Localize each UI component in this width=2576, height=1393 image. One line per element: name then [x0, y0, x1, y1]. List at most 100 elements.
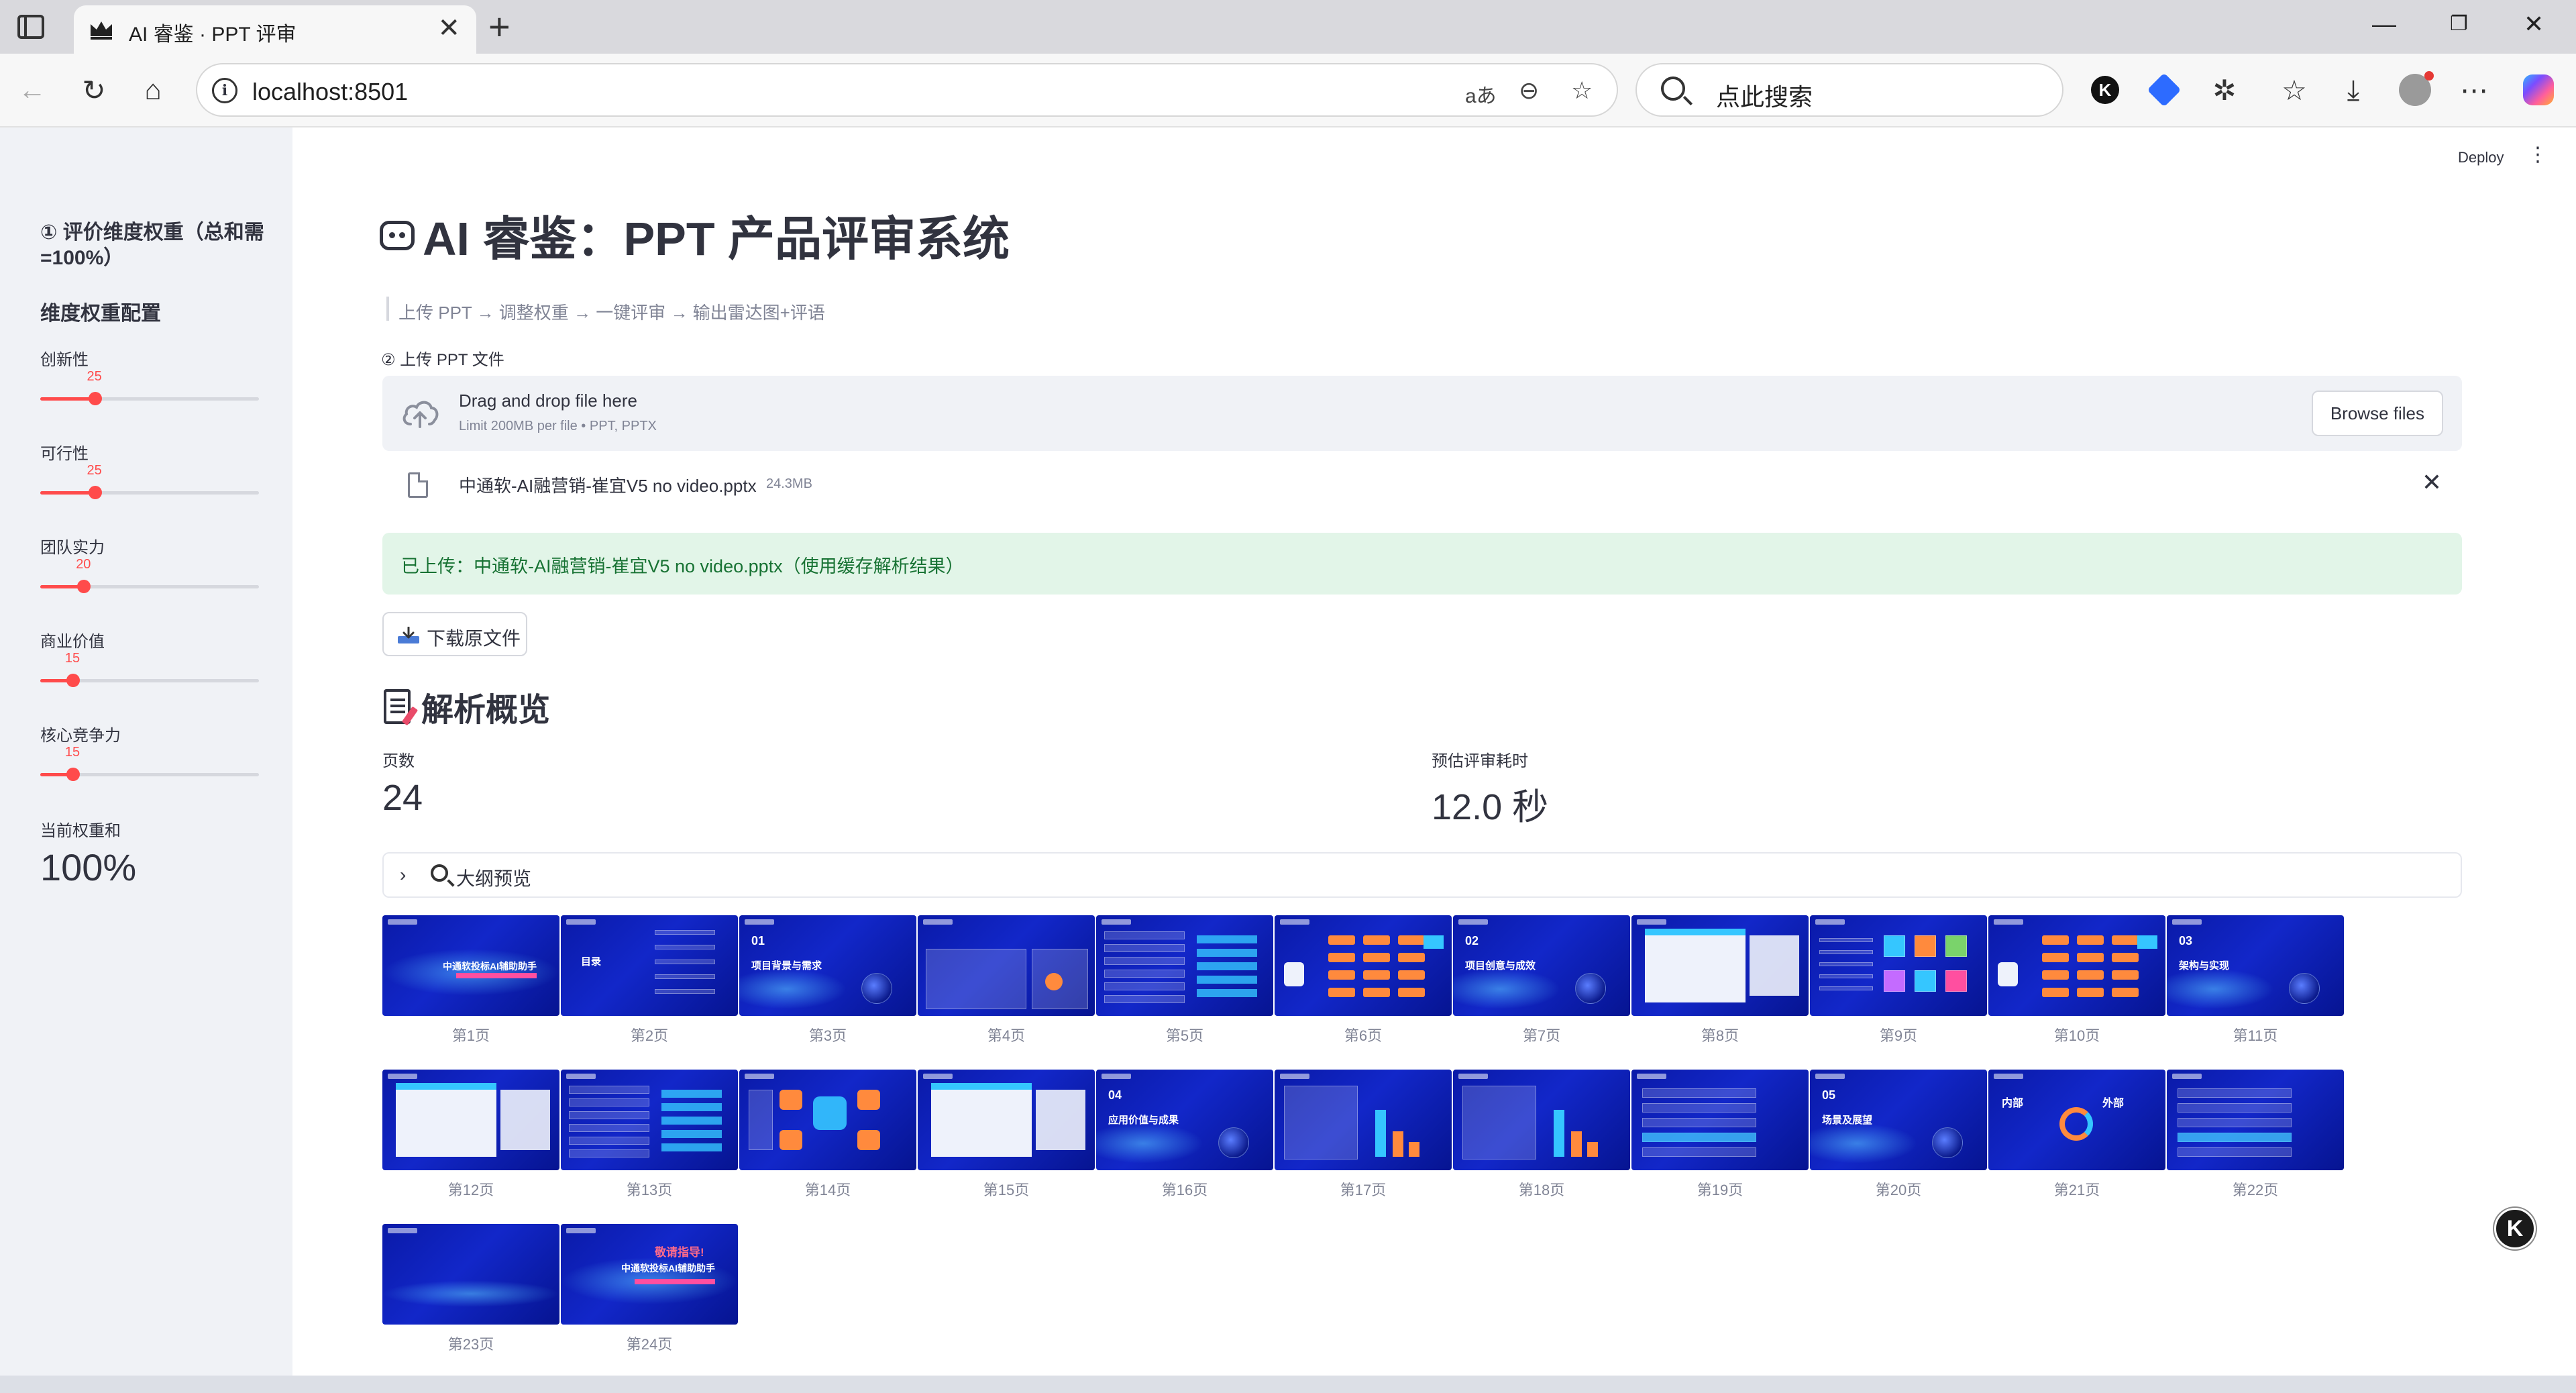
- slider-thumb[interactable]: [88, 486, 102, 499]
- search-placeholder[interactable]: 点此搜索: [1716, 78, 1813, 113]
- slider-track[interactable]: [40, 674, 259, 687]
- reload-icon[interactable]: ↻: [75, 71, 113, 109]
- slide-thumbnail[interactable]: [382, 1224, 559, 1325]
- slide-thumbnail-caption: 第16页: [1161, 1182, 1208, 1198]
- slider-feasibility[interactable]: 可行性 25: [40, 440, 262, 521]
- slide-glow: [1810, 1123, 1917, 1164]
- slider-team[interactable]: 团队实力 20: [40, 534, 262, 615]
- restore-icon[interactable]: ❐: [2450, 9, 2468, 39]
- slide-thumbnail[interactable]: [1275, 915, 1452, 1016]
- download-original-button[interactable]: 下载原文件: [382, 612, 527, 656]
- slider-business-value[interactable]: 商业价值 15: [40, 628, 262, 709]
- extensions-puzzle-icon[interactable]: ✲: [2206, 71, 2243, 109]
- outline-preview-expander[interactable]: › 大纲预览: [382, 852, 2462, 898]
- tab-close-icon[interactable]: ✕: [437, 15, 460, 42]
- back-icon[interactable]: ←: [13, 71, 51, 109]
- slide-thumbnail[interactable]: 敬请指导! 中通软投标AI辅助助手: [561, 1224, 738, 1325]
- slider-track[interactable]: [40, 768, 259, 781]
- zoom-out-icon[interactable]: ⊖: [1519, 76, 1539, 105]
- new-tab-icon[interactable]: +: [488, 7, 511, 47]
- slider-innovation[interactable]: 创新性 25: [40, 346, 262, 427]
- k-floating-icon[interactable]: K: [2494, 1208, 2536, 1249]
- slide-thumbnail[interactable]: [561, 1070, 738, 1170]
- favorites-icon[interactable]: ☆: [2275, 71, 2313, 109]
- slide-thumbnail-caption: 第9页: [1879, 1027, 1918, 1044]
- browse-files-button[interactable]: Browse files: [2311, 391, 2443, 436]
- slider-thumb[interactable]: [66, 674, 80, 687]
- slide-thumbnail[interactable]: [1453, 1070, 1630, 1170]
- slide-header-bar: [923, 1074, 953, 1079]
- tab-actions-icon[interactable]: [17, 15, 44, 39]
- slide-thumbnail[interactable]: [918, 915, 1095, 1016]
- slider-track[interactable]: [40, 580, 259, 593]
- address-bar[interactable]: i localhost:8501 aあ ⊖ ☆: [196, 63, 1618, 117]
- file-dropzone[interactable]: Drag and drop file here Limit 200MB per …: [382, 376, 2462, 451]
- home-icon[interactable]: ⌂: [134, 71, 172, 109]
- slide-header-bar: [1458, 1074, 1488, 1079]
- slide-subtitle: 敬请指导!: [655, 1246, 704, 1259]
- slide-panel: [749, 1090, 773, 1150]
- slider-value: 20: [76, 557, 91, 572]
- slider-value: 15: [64, 651, 80, 666]
- slide-row: [1104, 982, 1185, 990]
- read-aloud-icon[interactable]: aあ: [1465, 79, 1497, 109]
- slide-row: [1104, 995, 1185, 1003]
- downloads-icon[interactable]: ⤓: [2334, 71, 2372, 109]
- window-close-icon[interactable]: ✕: [2524, 9, 2544, 39]
- search-box[interactable]: 点此搜索: [1635, 63, 2063, 117]
- profile-avatar-icon[interactable]: [2396, 71, 2434, 109]
- minimize-icon[interactable]: —: [2372, 9, 2396, 39]
- page-title: AI 睿鉴：PPT 产品评审系统: [380, 201, 1010, 269]
- slide-thumbnail[interactable]: [2167, 1070, 2344, 1170]
- sidebar-subtitle: 维度权重配置: [40, 303, 161, 325]
- slide-icon-tile: [1945, 970, 1967, 992]
- slide-thumbnail-caption: 第7页: [1522, 1027, 1561, 1044]
- browser-tab[interactable]: AI 睿鉴 · PPT 评审 ✕: [74, 5, 476, 54]
- more-menu-icon[interactable]: ⋯: [2455, 71, 2493, 109]
- slider-thumb[interactable]: [77, 580, 91, 593]
- slide-thumbnail[interactable]: [918, 1070, 1095, 1170]
- download-tray-icon: [398, 627, 419, 643]
- slide-thumbnail[interactable]: 02 项目创意与成效: [1453, 915, 1630, 1016]
- main-menu-icon[interactable]: ⋮: [2528, 145, 2548, 165]
- url-text[interactable]: localhost:8501: [252, 78, 408, 106]
- workflow-caption: 上传 PPT → 调整权重 → 一键评审 → 输出雷达图+评语: [398, 303, 825, 323]
- favorite-star-icon[interactable]: ☆: [1571, 76, 1593, 105]
- slide-bar: [1587, 1142, 1598, 1157]
- slide-thumbnail[interactable]: [1631, 1070, 1809, 1170]
- slide-thumbnail[interactable]: [382, 1070, 559, 1170]
- slide-thumbnail[interactable]: 04 应用价值与成果: [1096, 1070, 1273, 1170]
- slide-thumbnail[interactable]: [1631, 915, 1809, 1016]
- slide-thumbnail-caption: 第8页: [1701, 1027, 1739, 1044]
- site-info-icon[interactable]: i: [212, 78, 237, 103]
- slide-node: [2077, 935, 2104, 945]
- slide-thumbnail-caption: 第19页: [1697, 1182, 1743, 1198]
- slider-thumb[interactable]: [66, 768, 80, 781]
- slide-thumbnail[interactable]: [1988, 915, 2165, 1016]
- slide-line: [1819, 974, 1873, 978]
- copilot-icon[interactable]: [2520, 71, 2557, 109]
- deploy-button[interactable]: Deploy: [2458, 149, 2504, 166]
- slide-thumbnail[interactable]: [1096, 915, 1273, 1016]
- cube-extension-icon[interactable]: [2145, 71, 2183, 109]
- slide-thumbnail[interactable]: [739, 1070, 916, 1170]
- slide-thumbnail[interactable]: 05 场景及展望: [1810, 1070, 1987, 1170]
- slide-header-bar: [566, 1074, 596, 1079]
- slide-thumbnail[interactable]: 中通软投标AI辅助助手: [382, 915, 559, 1016]
- slide-orb: [1218, 1127, 1249, 1158]
- slide-thumbnail[interactable]: 03 架构与实现: [2167, 915, 2344, 1016]
- slide-thumbnail[interactable]: 目录: [561, 915, 738, 1016]
- k-extension-icon[interactable]: K: [2086, 71, 2124, 109]
- slide-thumbnail[interactable]: [1275, 1070, 1452, 1170]
- slider-label: 可行性: [40, 445, 89, 463]
- remove-file-icon[interactable]: ✕: [2422, 468, 2442, 497]
- slide-node: [2077, 970, 2104, 980]
- slide-thumbnail[interactable]: 内部 外部: [1988, 1070, 2165, 1170]
- slider-thumb[interactable]: [88, 392, 102, 405]
- slide-thumbnail[interactable]: [1810, 915, 1987, 1016]
- slide-node: [1328, 988, 1355, 997]
- slider-core-competitiveness[interactable]: 核心竞争力 15: [40, 722, 262, 803]
- slide-thumbnail[interactable]: 01 项目背景与需求: [739, 915, 916, 1016]
- slider-track[interactable]: [40, 486, 259, 499]
- slider-track[interactable]: [40, 392, 259, 405]
